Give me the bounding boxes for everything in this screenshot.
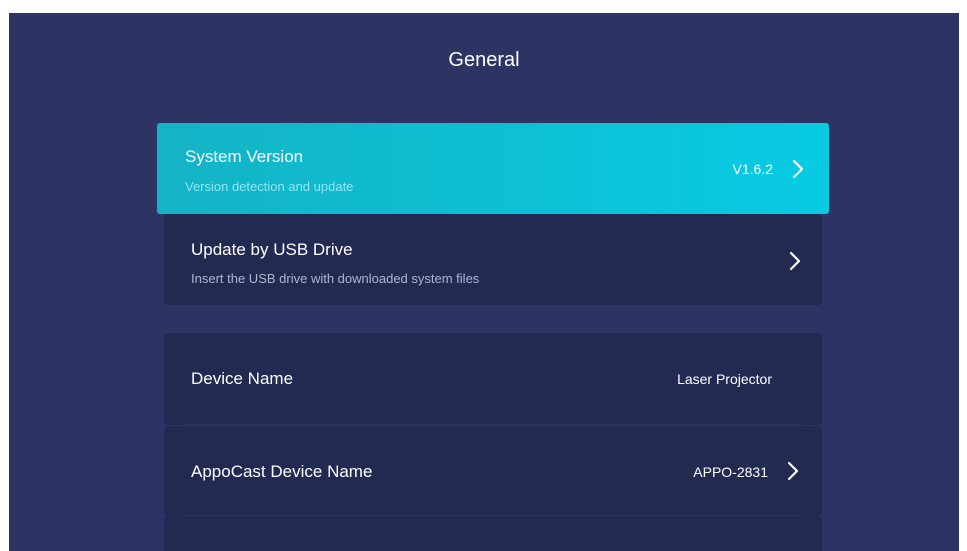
system-version-subtitle: Version detection and update [185, 179, 354, 194]
update-by-usb-item[interactable]: Update by USB Drive Insert the USB drive… [164, 214, 822, 305]
appocast-device-name-item[interactable]: AppoCast Device Name APPO-2831 [164, 426, 822, 516]
item-divider [184, 424, 802, 425]
next-settings-item[interactable] [164, 516, 822, 551]
device-name-item[interactable]: Device Name Laser Projector [164, 333, 822, 425]
update-by-usb-title: Update by USB Drive [191, 240, 353, 259]
system-version-value: V1.6.2 [732, 161, 773, 177]
device-name-title: Device Name [191, 369, 294, 388]
appocast-device-name-title: AppoCast Device Name [191, 462, 373, 481]
system-version-item[interactable]: System Version Version detection and upd… [157, 123, 829, 214]
settings-screen: General System Version Version detection… [9, 13, 959, 551]
update-by-usb-subtitle: Insert the USB drive with downloaded sys… [191, 271, 480, 286]
chevron-right-icon [786, 461, 800, 481]
page-title: General [448, 49, 520, 71]
appocast-device-name-value: APPO-2831 [693, 464, 768, 480]
system-version-title: System Version [185, 147, 304, 166]
device-name-value: Laser Projector [677, 371, 772, 387]
chevron-right-icon [791, 159, 805, 179]
chevron-right-icon [788, 251, 802, 271]
